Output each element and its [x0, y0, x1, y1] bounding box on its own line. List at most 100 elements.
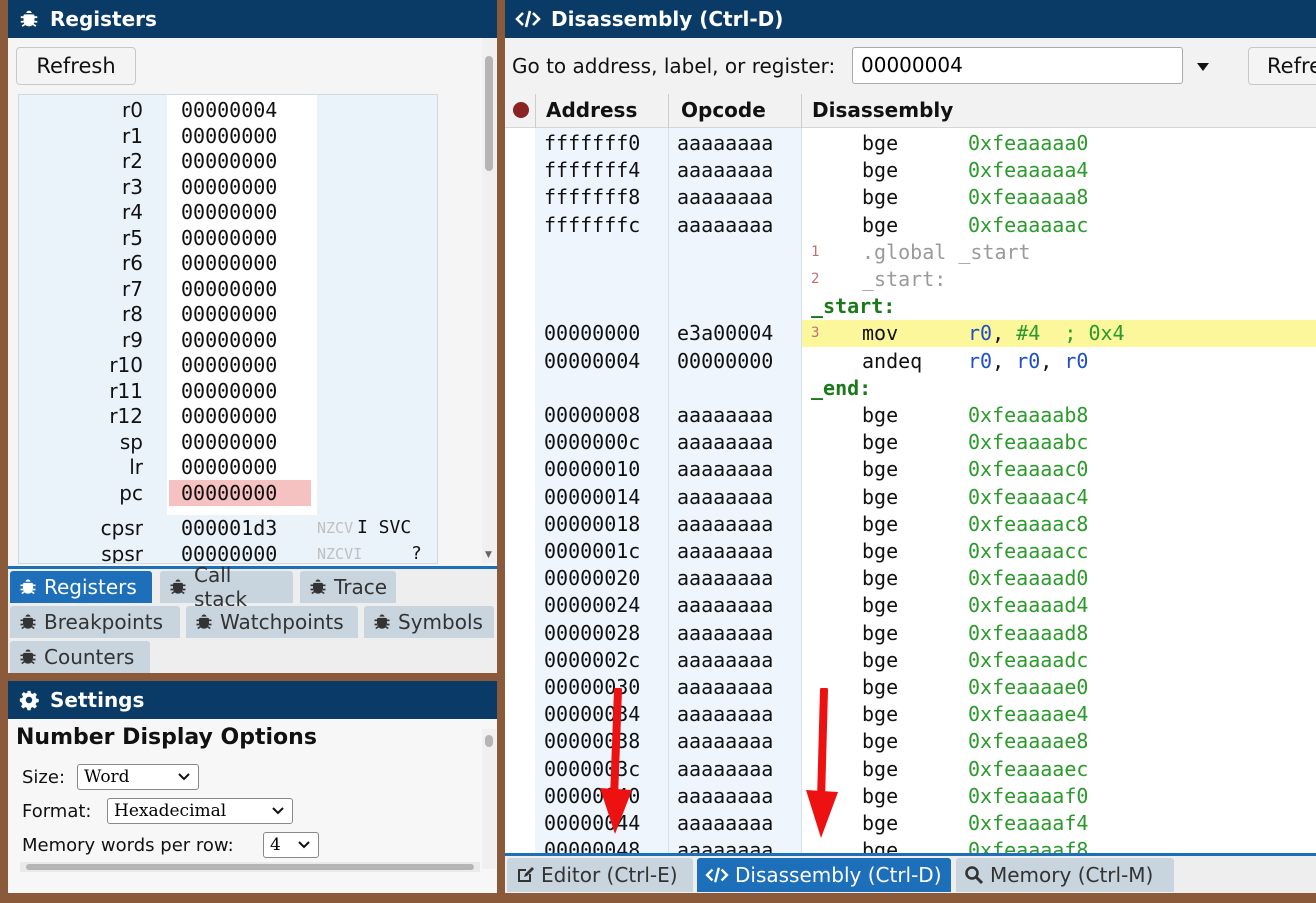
disassembly-row[interactable]: 00000018 aaaaaaaa bge 0xfeaaaac8 — [505, 511, 1316, 538]
disassembly-row[interactable]: 00000028 aaaaaaaa bge 0xfeaaaad8 — [505, 620, 1316, 647]
disassembly-row[interactable]: 00000024 aaaaaaaa bge 0xfeaaaad4 — [505, 592, 1316, 619]
register-value[interactable]: 00000000 — [181, 352, 277, 378]
register-value[interactable]: 00000000 — [181, 199, 277, 225]
register-value[interactable]: 00000000 — [181, 454, 277, 480]
registers-scrollbar[interactable]: ▼ — [482, 38, 496, 563]
operands: r0, r0, r0 — [968, 348, 1089, 373]
column-address: Address — [546, 98, 638, 122]
register-row: r1 00000000 — [19, 123, 437, 149]
disassembly-row[interactable]: 2 _start: — [505, 266, 1316, 293]
mnemonic: bge — [862, 403, 899, 427]
goto-address-input[interactable]: 00000004 — [852, 47, 1183, 84]
source-text: .global _start — [862, 239, 1031, 264]
disassembly-row[interactable]: 0000002c aaaaaaaa bge 0xfeaaaadc — [505, 647, 1316, 674]
address-cell: fffffff4 — [544, 158, 641, 183]
processor-mode: ? — [411, 543, 422, 564]
status-register-row: cpsr 000001d3 NZCV I SVC — [19, 515, 437, 541]
mnemonic: bge — [862, 457, 899, 482]
bug-icon — [372, 612, 392, 632]
mnemonic: bge — [862, 593, 899, 618]
opcode-cell: aaaaaaaa — [677, 131, 774, 155]
memory-words-select[interactable]: 4 — [263, 832, 319, 858]
goto-bar: Go to address, label, or register: 00000… — [505, 38, 1316, 94]
disassembly-row[interactable]: fffffff8 aaaaaaaa bge 0xfeaaaaa8 — [505, 184, 1316, 211]
tab-call-stack[interactable]: Call stack — [160, 563, 293, 611]
disassembly-row[interactable]: _end: — [505, 375, 1316, 402]
register-name: r12 — [109, 404, 143, 428]
memory-words-label: Memory words per row: — [22, 835, 234, 856]
history-dropdown-icon[interactable] — [1195, 62, 1211, 72]
register-value[interactable]: 000001d3 — [181, 515, 277, 541]
operand: 0xfeaaaae8 — [968, 729, 1089, 754]
bug-icon — [194, 612, 214, 632]
source-line-number: 3 — [811, 325, 820, 342]
format-select[interactable]: Hexadecimal — [107, 798, 293, 824]
register-name: pc — [119, 480, 143, 505]
size-select[interactable]: Word — [77, 764, 199, 790]
tab-trace[interactable]: Trace — [300, 571, 396, 603]
register-value[interactable]: 00000000 — [181, 250, 277, 276]
refresh-disassembly-button[interactable]: Refresh — [1248, 47, 1316, 85]
registers-header: Registers — [8, 0, 497, 38]
register-value[interactable]: 00000000 — [181, 429, 277, 455]
register-value[interactable]: 00000004 — [181, 97, 277, 123]
mnemonic: bge — [862, 811, 899, 835]
disassembly-row[interactable]: 00000004 00000000 andeq r0, r0, r0 — [505, 348, 1316, 375]
tab-registers[interactable]: Registers — [10, 571, 152, 603]
register-value[interactable]: 00000000 — [181, 148, 277, 174]
tab-memory[interactable]: Memory (Ctrl-M) — [956, 858, 1174, 892]
disassembly-row[interactable]: 00000010 aaaaaaaa bge 0xfeaaaac0 — [505, 456, 1316, 483]
register-row: r0 00000004 — [19, 97, 437, 123]
register-name: r4 — [122, 200, 143, 224]
opcode-cell: aaaaaaaa — [677, 158, 774, 183]
tab-disassembly[interactable]: Disassembly (Ctrl-D) — [697, 858, 951, 892]
column-disassembly: Disassembly — [812, 98, 954, 122]
register-value[interactable]: 00000000 — [181, 174, 277, 200]
tab-editor[interactable]: Editor (Ctrl-E) — [507, 858, 693, 892]
chevron-down-icon — [272, 807, 284, 815]
disassembly-row[interactable]: _start: — [505, 293, 1316, 320]
register-operand: r0 — [1016, 348, 1041, 373]
tab-counters[interactable]: Counters — [10, 641, 150, 673]
disassembly-row[interactable]: fffffff4 aaaaaaaa bge 0xfeaaaaa4 — [505, 157, 1316, 184]
disassembly-row[interactable]: fffffffc aaaaaaaa bge 0xfeaaaaac — [505, 212, 1316, 239]
register-value[interactable]: 00000000 — [181, 378, 277, 404]
register-value[interactable]: 00000000 — [181, 123, 277, 149]
operand: 0xfeaaaae0 — [968, 675, 1089, 699]
register-value[interactable]: 00000000 — [181, 541, 277, 563]
settings-scrollbar[interactable] — [482, 729, 496, 869]
tab-symbols[interactable]: Symbols — [364, 606, 494, 638]
disassembly-row[interactable]: 00000008 aaaaaaaa bge 0xfeaaaab8 — [505, 402, 1316, 429]
register-row: r10 00000000 — [19, 352, 437, 378]
mnemonic: bge — [862, 212, 899, 237]
disassembly-row[interactable]: 0000000c aaaaaaaa bge 0xfeaaaabc — [505, 429, 1316, 456]
register-value[interactable]: 00000000 — [181, 276, 277, 302]
disassembly-row[interactable]: 00000048 aaaaaaaa bge 0xfeaaaaf8 — [505, 837, 1316, 853]
disassembly-row[interactable]: fffffff0 aaaaaaaa bge 0xfeaaaaa0 — [505, 130, 1316, 157]
disassembly-header: Disassembly (Ctrl-D) — [505, 0, 1316, 38]
settings-horizontal-scrollbar[interactable] — [20, 862, 480, 872]
disassembly-row[interactable]: 00000014 aaaaaaaa bge 0xfeaaaac4 — [505, 484, 1316, 511]
size-label: Size: — [22, 767, 66, 788]
disassembly-row[interactable]: 0000001c aaaaaaaa bge 0xfeaaaacc — [505, 538, 1316, 565]
disassembly-row[interactable]: 00000000 e3a00004 3 mov r0, #4 ; 0x4 — [505, 320, 1316, 347]
register-value[interactable]: 00000000 — [181, 327, 277, 353]
operand: 0xfeaaaacc — [968, 539, 1089, 563]
register-value[interactable]: 00000000 — [181, 225, 277, 251]
tab-watchpoints[interactable]: Watchpoints — [186, 606, 358, 638]
status-register-row: spsr 00000000 NZCVI? — [19, 541, 437, 564]
chevron-down-icon — [298, 841, 310, 849]
tab-breakpoints[interactable]: Breakpoints — [10, 606, 180, 638]
register-value[interactable]: 00000000 — [181, 480, 277, 506]
opcode-cell: aaaaaaaa — [677, 566, 774, 591]
disassembly-row[interactable]: 00000020 aaaaaaaa bge 0xfeaaaad0 — [505, 565, 1316, 592]
address-cell: fffffffc — [544, 212, 641, 237]
bug-icon — [168, 577, 188, 597]
disassembly-row[interactable]: 1 .global _start — [505, 239, 1316, 266]
register-value[interactable]: 00000000 — [181, 403, 277, 429]
register-value[interactable]: 00000000 — [181, 301, 277, 327]
debug-tabbar: Registers Call stack Trace Breakpoints Watch… — [8, 563, 497, 673]
refresh-registers-button[interactable]: Refresh — [16, 47, 136, 85]
address-cell: 0000000c — [544, 430, 641, 455]
opcode-cell: aaaaaaaa — [677, 783, 774, 808]
